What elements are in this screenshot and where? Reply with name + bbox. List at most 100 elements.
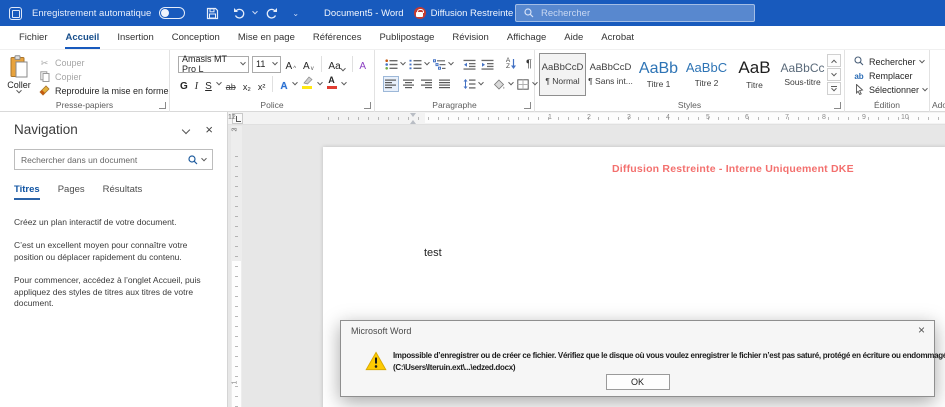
search-input[interactable] (541, 8, 746, 19)
document-body-text[interactable]: test (424, 247, 442, 259)
tab-insertion[interactable]: Insertion (108, 27, 162, 48)
superscript-button[interactable]: x² (256, 76, 268, 92)
shading-dropdown-icon[interactable] (508, 80, 514, 86)
tab-mise-en-page[interactable]: Mise en page (229, 27, 304, 48)
numbering-button[interactable] (407, 56, 423, 72)
undo-icon[interactable] (232, 6, 247, 21)
navigation-search-icon[interactable] (188, 155, 198, 165)
bullets-dropdown-icon[interactable] (400, 60, 406, 66)
tab-conception[interactable]: Conception (163, 27, 229, 48)
sensitivity-label[interactable]: Diffusion Restreinte (431, 8, 514, 19)
highlight-button[interactable] (300, 76, 315, 92)
text-effects-button[interactable]: A (278, 76, 289, 92)
styles-scroll-down-button[interactable] (827, 68, 841, 81)
style-titre-2[interactable]: AaBbC Titre 2 (683, 53, 730, 96)
font-color-button[interactable]: A (325, 76, 339, 92)
select-button[interactable]: Sélectionner (853, 83, 929, 97)
font-size-select[interactable]: 11 (252, 56, 281, 73)
underline-button[interactable]: S (203, 76, 214, 92)
font-color-dropdown-icon[interactable] (341, 80, 347, 86)
style-titre-1[interactable]: AaBb Titre 1 (635, 53, 682, 96)
dialog-close-icon[interactable]: × (918, 324, 925, 336)
grow-font-button[interactable]: A^ (284, 56, 299, 72)
group-styles: AaBbCcD ¶ Normal AaBbCcD ¶ Sans int... A… (535, 50, 845, 112)
paragraphe-dialog-launcher-icon[interactable] (524, 102, 531, 109)
copy-button[interactable]: Copier (38, 70, 169, 84)
tab-fichier[interactable]: Fichier (10, 27, 57, 48)
increase-indent-button[interactable] (479, 56, 495, 72)
paste-button[interactable]: Coller (0, 53, 38, 98)
align-center-icon (403, 79, 415, 89)
sort-button[interactable]: AZ (503, 56, 519, 72)
horizontal-ruler[interactable]: 1 2 3 4 5 6 7 8 9 10 11 12 (228, 112, 945, 125)
text-effects-dropdown-icon[interactable] (292, 80, 298, 86)
navigation-search-box[interactable] (14, 149, 213, 170)
navigation-search-dropdown-icon[interactable] (201, 155, 207, 161)
tab-aide[interactable]: Aide (555, 27, 592, 48)
tab-acrobat[interactable]: Acrobat (592, 27, 643, 48)
borders-button[interactable] (515, 76, 531, 92)
decrease-indent-button[interactable] (461, 56, 477, 72)
tab-accueil[interactable]: Accueil (57, 27, 109, 48)
align-left-button[interactable] (383, 76, 399, 92)
undo-dropdown-icon[interactable] (253, 9, 259, 15)
style-sous-titre[interactable]: AaBbCc Sous-titre (779, 53, 826, 96)
tab-publipostage[interactable]: Publipostage (370, 27, 443, 48)
vertical-ruler[interactable]: 1 2 3 (231, 126, 242, 407)
line-spacing-button[interactable] (461, 76, 477, 92)
format-painter-button[interactable]: Reproduire la mise en forme (38, 84, 169, 98)
navigation-close-icon[interactable]: × (205, 123, 213, 136)
numbering-dropdown-icon[interactable] (424, 60, 430, 66)
styles-scroll-up-button[interactable] (827, 54, 841, 67)
tab-revision[interactable]: Révision (443, 27, 497, 48)
nav-tab-resultats[interactable]: Résultats (103, 184, 143, 195)
copy-icon (38, 71, 51, 84)
replace-button[interactable]: ab Remplacer (853, 69, 929, 83)
subscript-button[interactable]: x₂ (241, 76, 253, 92)
save-icon[interactable] (205, 6, 220, 21)
justify-button[interactable] (437, 76, 453, 92)
quick-access-customize-icon[interactable]: ⌄ (292, 9, 298, 18)
format-painter-icon (38, 85, 51, 98)
strikethrough-button[interactable]: ab (224, 76, 238, 92)
style-normal[interactable]: AaBbCcD ¶ Normal (539, 53, 586, 96)
autosave-toggle[interactable] (159, 7, 185, 19)
align-right-button[interactable] (419, 76, 435, 92)
presse-papiers-dialog-launcher-icon[interactable] (159, 102, 166, 109)
tab-affichage[interactable]: Affichage (498, 27, 555, 48)
shading-button[interactable] (491, 76, 507, 92)
navigation-chevron-down-icon[interactable] (182, 125, 190, 133)
multilevel-list-button[interactable] (431, 56, 447, 72)
style-titre[interactable]: AaB Titre (731, 53, 778, 96)
find-button[interactable]: Rechercher (853, 55, 929, 69)
redo-icon[interactable] (263, 6, 278, 21)
multilevel-dropdown-icon[interactable] (448, 60, 454, 66)
nav-tab-pages[interactable]: Pages (58, 184, 85, 195)
bullets-button[interactable] (383, 56, 399, 72)
align-center-button[interactable] (401, 76, 417, 92)
tab-references[interactable]: Références (304, 27, 371, 48)
indent-marker[interactable] (409, 113, 418, 124)
police-dialog-launcher-icon[interactable] (364, 102, 371, 109)
highlight-dropdown-icon[interactable] (317, 80, 323, 86)
styles-gallery-more-button[interactable] (827, 82, 841, 95)
styles-dialog-launcher-icon[interactable] (834, 102, 841, 109)
navigation-search-input[interactable] (21, 155, 188, 165)
clear-formatting-button[interactable]: A (357, 56, 368, 72)
underline-dropdown-icon[interactable] (216, 80, 222, 86)
shrink-font-button[interactable]: Av (301, 56, 316, 72)
italic-button[interactable]: I (193, 76, 200, 92)
find-dropdown-icon[interactable] (919, 58, 925, 64)
bold-button[interactable]: G (178, 76, 190, 92)
ok-button[interactable]: OK (606, 374, 670, 390)
line-spacing-dropdown-icon[interactable] (478, 80, 484, 86)
select-dropdown-icon[interactable] (922, 86, 928, 92)
search-box[interactable] (515, 4, 755, 22)
change-case-button[interactable]: Aa (326, 56, 346, 72)
nav-tab-titres[interactable]: Titres (14, 184, 40, 195)
style-sans-interligne[interactable]: AaBbCcD ¶ Sans int... (587, 53, 634, 96)
word-window: Enregistrement automatique ⌄ Document5 -… (0, 0, 945, 407)
cut-button[interactable]: ✂ Couper (38, 56, 169, 70)
navigation-title: Navigation (14, 122, 183, 137)
font-family-select[interactable]: Amasis MT Pro L (178, 56, 249, 73)
